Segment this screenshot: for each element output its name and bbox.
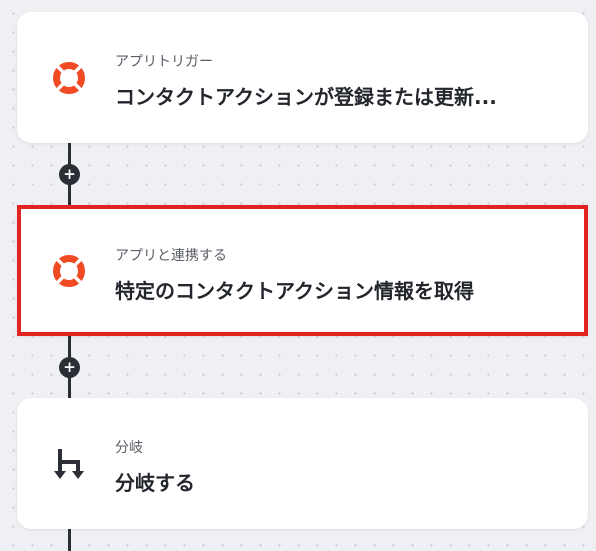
lifebuoy-icon (53, 61, 85, 94)
flow-step-card-trigger[interactable]: アプリトリガー コンタクトアクションが登録または更新... (17, 12, 588, 143)
step-title: コンタクトアクションが登録または更新... (115, 85, 497, 109)
step-type-label: 分岐 (115, 440, 143, 456)
flow-step-card-branch[interactable]: 分岐 分岐する (17, 398, 588, 529)
add-step-button[interactable]: + (59, 357, 80, 378)
step-type-label: アプリトリガー (115, 54, 213, 70)
flow-connector-line (68, 528, 71, 551)
step-title: 特定のコンタクトアクション情報を取得 (115, 279, 474, 303)
step-title: 分岐する (115, 471, 195, 495)
lifebuoy-icon (53, 254, 85, 287)
add-step-button[interactable]: + (59, 164, 80, 185)
flow-step-card-action[interactable]: アプリと連携する 特定のコンタクトアクション情報を取得 (17, 205, 588, 336)
step-type-label: アプリと連携する (115, 248, 227, 264)
branch-icon (54, 448, 84, 479)
